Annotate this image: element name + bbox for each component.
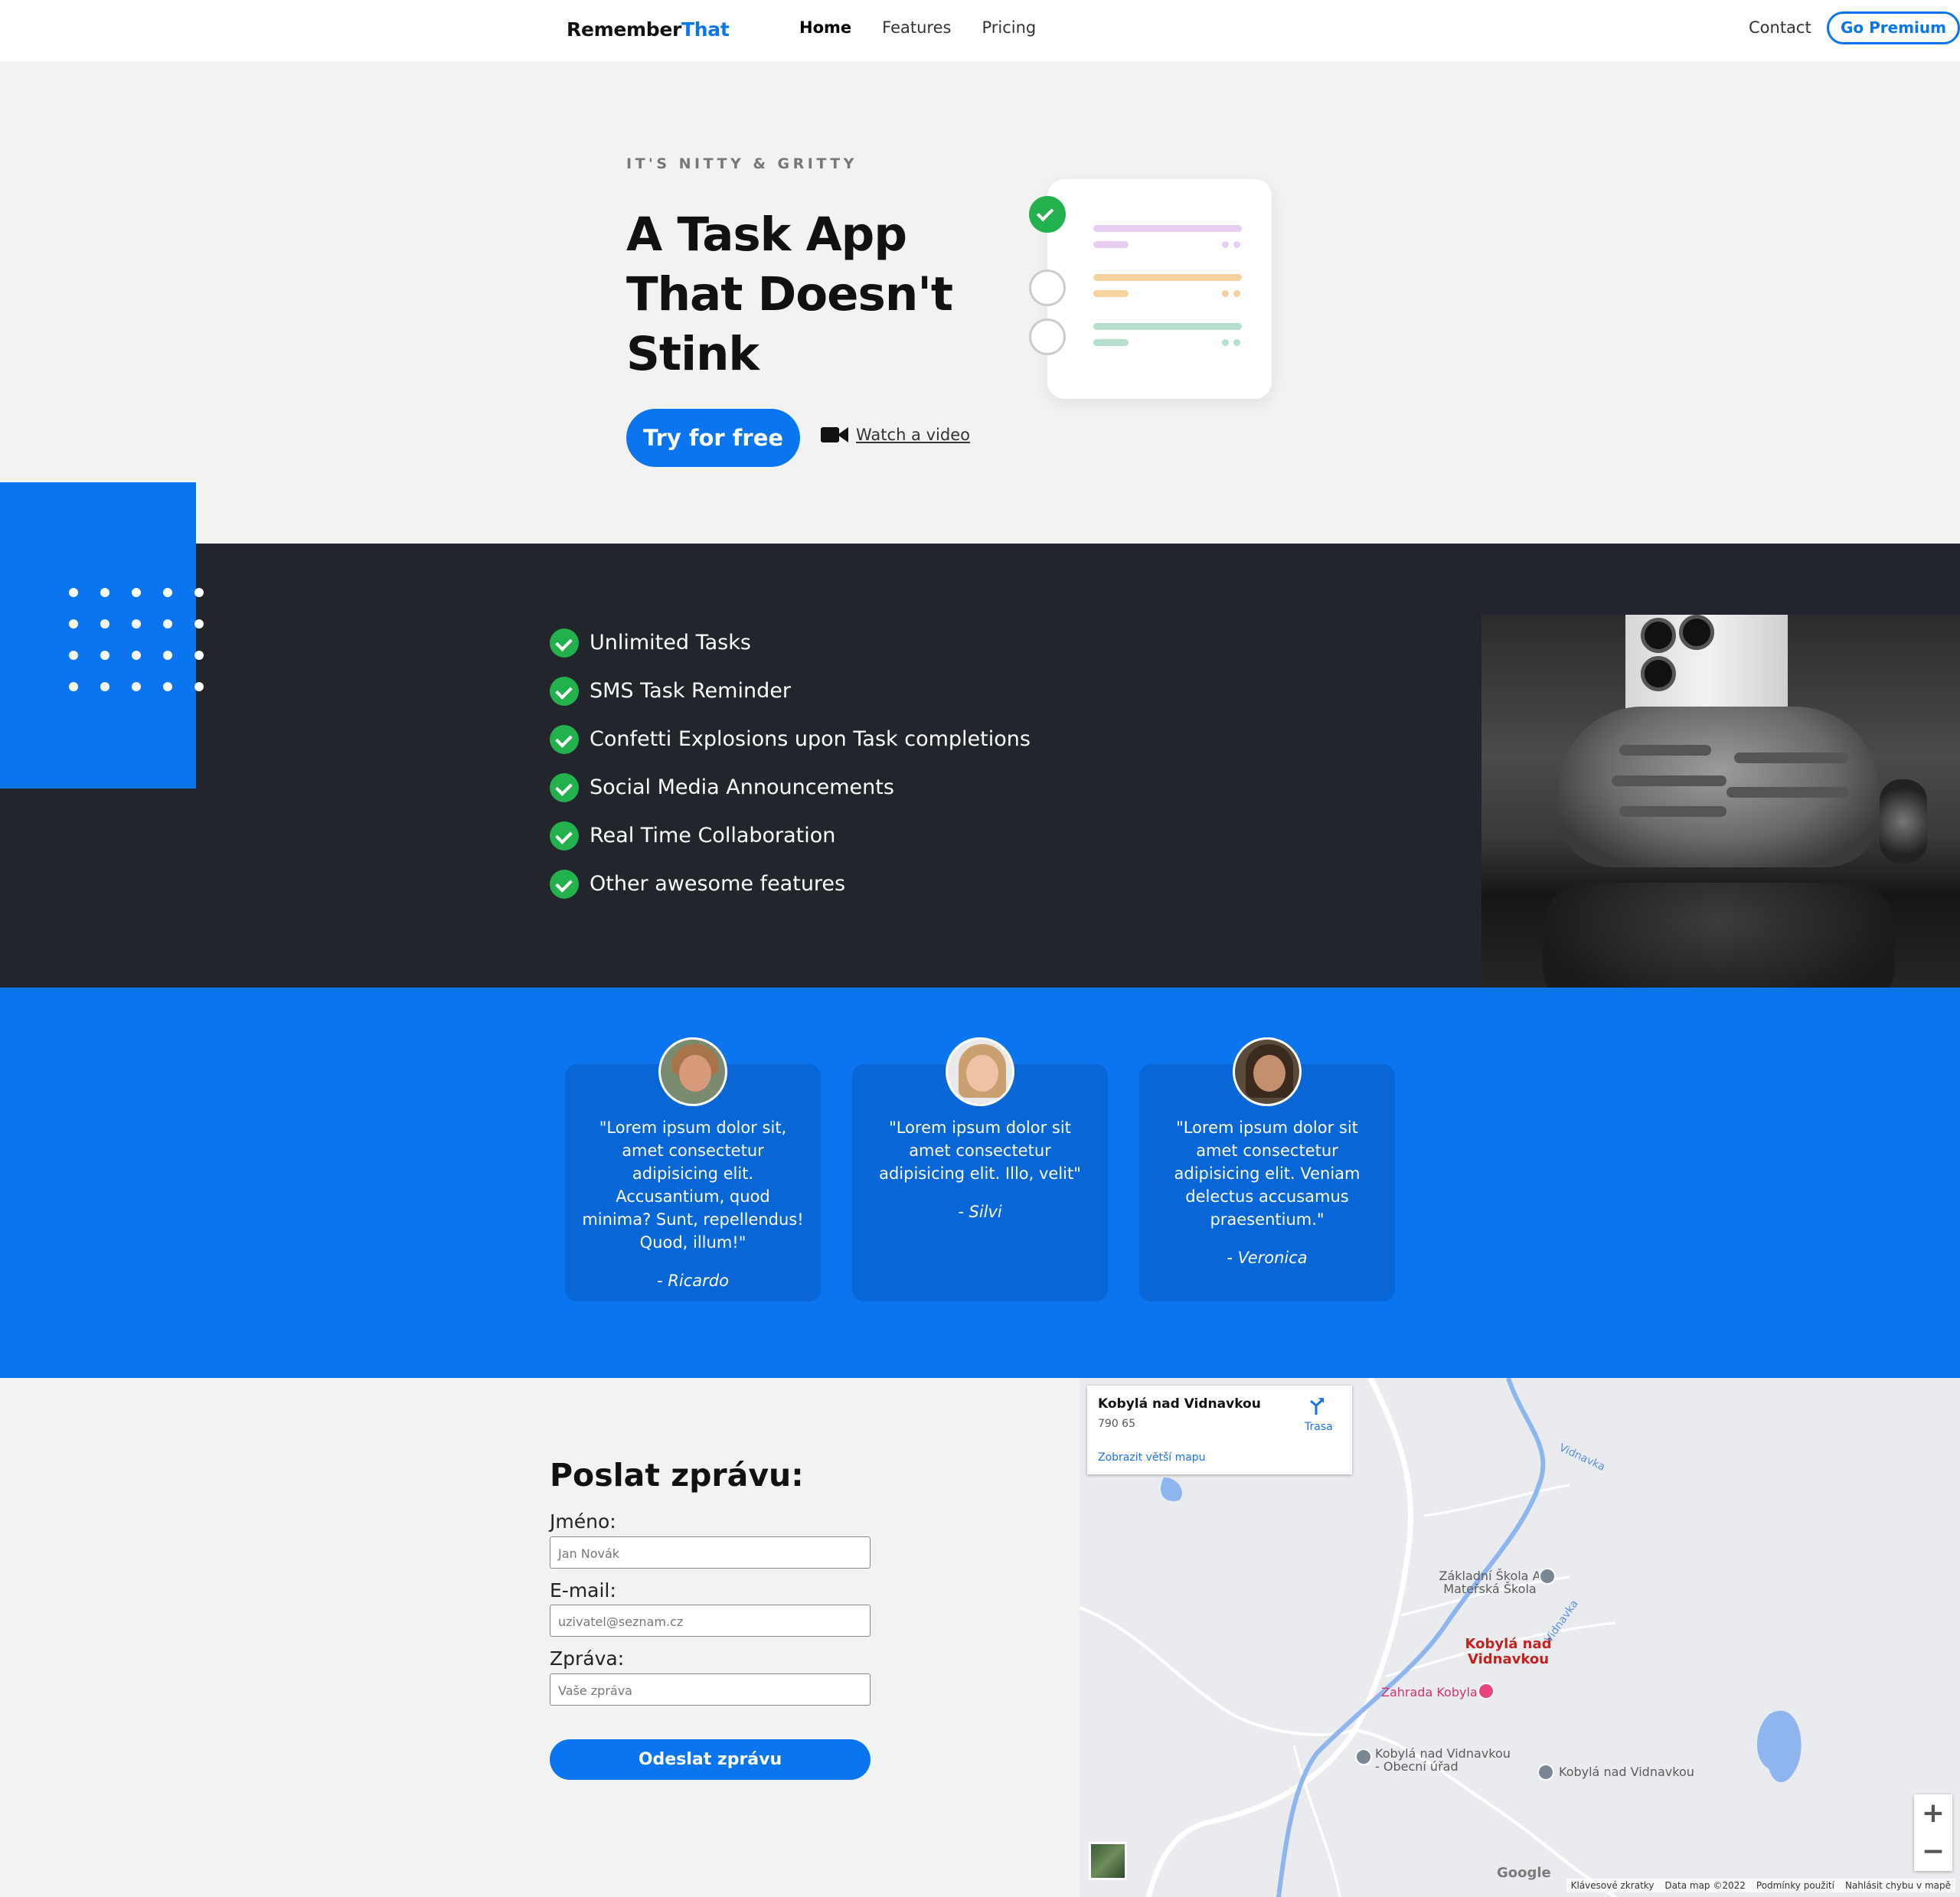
- route-label[interactable]: Trasa: [1305, 1421, 1333, 1433]
- task-line-short: [1093, 290, 1129, 297]
- testimonial-quote: "Lorem ipsum dolor sit, amet consectetur…: [582, 1118, 804, 1252]
- map-footer: Klávesové zkratky Data map ©2022 Podmínk…: [1566, 1879, 1955, 1892]
- task-line-short: [1093, 241, 1129, 248]
- check-circle-icon: [550, 821, 579, 851]
- logo-part-1: Remember: [567, 18, 682, 41]
- map-info-box: Kobylá nad Vidnavkou 790 65 Zobrazit vět…: [1087, 1386, 1352, 1474]
- google-logo: Google: [1497, 1865, 1551, 1881]
- wristwatch: [1880, 779, 1927, 864]
- map-label-village: Kobylá nad Vidnavkou: [1465, 1636, 1552, 1667]
- feature-label: Other awesome features: [590, 872, 846, 896]
- feature-label: SMS Task Reminder: [590, 679, 791, 703]
- task-line-short: [1093, 339, 1129, 346]
- feature-list: Unlimited Tasks SMS Task Reminder Confet…: [550, 619, 1031, 908]
- task-line: [1093, 274, 1242, 281]
- map-label-office: Kobylá nad Vidnavkou - Obecní úřad: [1375, 1746, 1511, 1774]
- logo-part-2: That: [681, 18, 730, 41]
- office-pin-icon[interactable]: [1355, 1748, 1372, 1765]
- message-label: Zpráva:: [550, 1647, 625, 1670]
- feature-item: Real Time Collaboration: [550, 811, 1031, 860]
- email-input[interactable]: uzivatel@seznam.cz: [550, 1605, 871, 1637]
- satellite-toggle[interactable]: [1089, 1842, 1127, 1880]
- check-circle-icon: [550, 676, 579, 706]
- name-label: Jméno:: [550, 1510, 616, 1533]
- feature-label: Confetti Explosions upon Task completion…: [590, 727, 1031, 751]
- map-zoom-control: + −: [1914, 1794, 1952, 1871]
- feature-item: Social Media Announcements: [550, 763, 1031, 811]
- map-shortcuts-link[interactable]: Klávesové zkratky: [1571, 1880, 1655, 1891]
- garden-pin-icon[interactable]: [1478, 1683, 1494, 1699]
- task-dot: [1233, 241, 1240, 248]
- task-dot: [1222, 241, 1229, 248]
- zoom-in-button[interactable]: +: [1914, 1794, 1952, 1833]
- avatar-silvi: [946, 1037, 1014, 1106]
- watch-video-label: Watch a video: [856, 426, 970, 444]
- feature-item: Unlimited Tasks: [550, 619, 1031, 667]
- feature-label: Unlimited Tasks: [590, 631, 751, 655]
- decorative-blue-block: [0, 482, 196, 789]
- task-dot: [1222, 339, 1229, 346]
- video-camera-icon: [821, 426, 848, 444]
- zoom-out-button[interactable]: −: [1914, 1833, 1952, 1871]
- view-larger-map-link[interactable]: Zobrazit větší mapu: [1098, 1451, 1206, 1464]
- feature-item: Other awesome features: [550, 860, 1031, 908]
- testimonial-author: - Veronica: [1227, 1249, 1308, 1267]
- name-input[interactable]: Jan Novák: [550, 1536, 871, 1569]
- map-report-link[interactable]: Nahlásit chybu v mapě: [1845, 1880, 1951, 1891]
- try-for-free-button[interactable]: Try for free: [626, 409, 800, 467]
- message-input[interactable]: Vaše zpráva: [550, 1673, 871, 1706]
- email-label: E-mail:: [550, 1579, 616, 1602]
- task-dot: [1233, 339, 1240, 346]
- feature-item: Confetti Explosions upon Task completion…: [550, 715, 1031, 763]
- check-circle-icon: [550, 869, 579, 899]
- feature-item: SMS Task Reminder: [550, 667, 1031, 715]
- map-label-school: Základní Škola A Mateřská Škola: [1439, 1569, 1541, 1596]
- task-unchecked-icon: [1029, 318, 1066, 355]
- hero-eyebrow: IT'S NITTY & GRITTY: [626, 155, 858, 172]
- check-circle-icon: [550, 628, 579, 658]
- school-pin-icon[interactable]: [1539, 1568, 1556, 1585]
- place-pin-icon[interactable]: [1537, 1764, 1554, 1781]
- watch-video-link[interactable]: Watch a video: [821, 426, 970, 444]
- task-unchecked-icon: [1029, 269, 1066, 306]
- task-dot: [1222, 290, 1229, 297]
- map-terms-link[interactable]: Podmínky použití: [1756, 1880, 1834, 1891]
- feature-label: Real Time Collaboration: [590, 824, 836, 847]
- check-circle-icon: [550, 724, 579, 754]
- map-label-garden: Zahrada Kobyla: [1381, 1685, 1478, 1699]
- nav-links: Home Features Pricing: [799, 18, 1036, 37]
- testimonial-quote: "Lorem ipsum dolor sit amet consectetur …: [1174, 1118, 1361, 1229]
- nav-features[interactable]: Features: [882, 18, 951, 37]
- map-label-place: Kobylá nad Vidnavkou: [1559, 1765, 1694, 1779]
- feature-label: Social Media Announcements: [590, 775, 894, 799]
- map-place-zip: 790 65: [1098, 1418, 1135, 1430]
- task-line: [1093, 323, 1242, 330]
- testimonial-author: - Ricardo: [657, 1272, 729, 1290]
- map-data-label: Data map ©2022: [1664, 1880, 1746, 1891]
- go-premium-button[interactable]: Go Premium: [1827, 11, 1960, 44]
- hero-title: A Task App That Doesn't Stink: [626, 207, 953, 381]
- check-circle-icon: [550, 772, 579, 802]
- avatar-ricardo: [658, 1037, 727, 1106]
- task-list-illustration: [1029, 179, 1272, 399]
- map-place-title: Kobylá nad Vidnavkou: [1098, 1396, 1261, 1412]
- testimonial-author: - Silvi: [958, 1203, 1002, 1221]
- testimonial-quote: "Lorem ipsum dolor sit amet consectetur …: [879, 1118, 1081, 1183]
- nav-pricing[interactable]: Pricing: [982, 18, 1036, 37]
- nav-contact[interactable]: Contact: [1749, 18, 1811, 37]
- avatar-veronica: [1233, 1037, 1302, 1106]
- task-dot: [1233, 290, 1240, 297]
- task-line: [1093, 225, 1242, 232]
- top-navbar: RememberThat Home Features Pricing Conta…: [0, 0, 1960, 61]
- hands-holding-phone-photo: [1481, 615, 1960, 1017]
- contact-form-title: Poslat zprávu:: [550, 1457, 804, 1494]
- route-icon[interactable]: [1308, 1396, 1325, 1415]
- google-map[interactable]: Kobylá nad Vidnavkou 790 65 Zobrazit vět…: [1080, 1378, 1960, 1897]
- logo[interactable]: RememberThat: [567, 18, 730, 41]
- nav-home[interactable]: Home: [799, 18, 851, 37]
- send-message-button[interactable]: Odeslat zprávu: [550, 1739, 871, 1780]
